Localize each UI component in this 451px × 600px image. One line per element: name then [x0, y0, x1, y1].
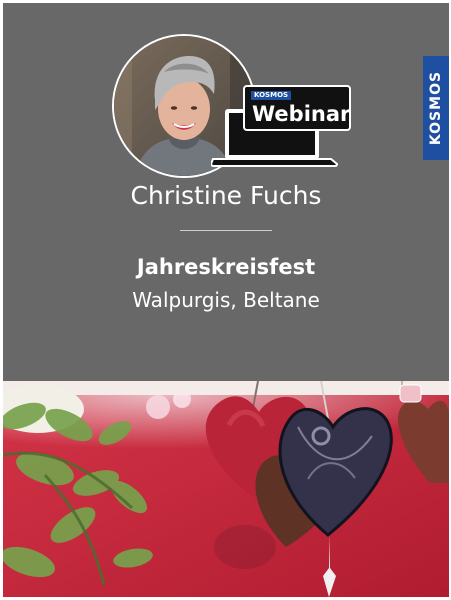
event-title: Jahreskreisfest — [136, 255, 316, 279]
webinar-badge-brand: KOSMOS — [251, 91, 292, 100]
divider — [180, 230, 272, 231]
webinar-badge-label: Webinar — [252, 102, 351, 126]
brand-tag: KOSMOS — [423, 56, 449, 160]
brand-name: KOSMOS — [428, 70, 444, 146]
webinar-card: KOSMOS KOSMOS Webinar Christine Fuchs Ja… — [3, 3, 449, 597]
event-subtitle: Walpurgis, Beltane — [132, 288, 320, 312]
hearts-photo — [3, 381, 449, 597]
presenter-name: Christine Fuchs — [130, 181, 322, 210]
hearts-photo-image — [3, 381, 449, 597]
webinar-badge: KOSMOS Webinar — [243, 85, 351, 131]
